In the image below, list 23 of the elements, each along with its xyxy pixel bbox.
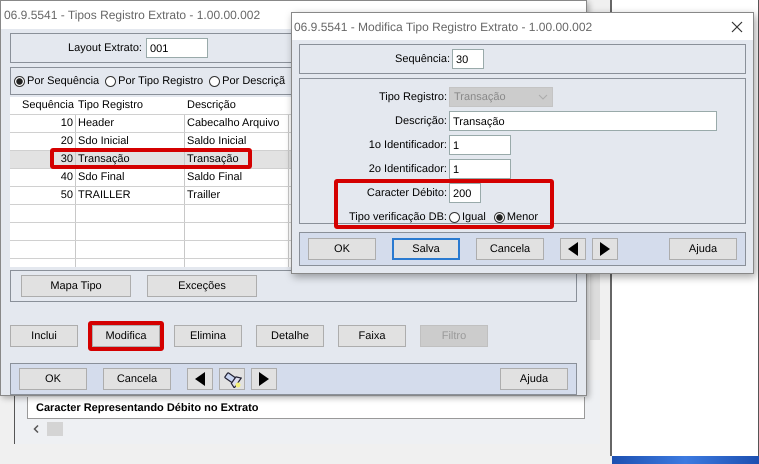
field-label: Tipo Registro:	[378, 91, 447, 103]
field-label: Tipo verificação DB:	[348, 211, 447, 223]
table-cell: 20	[10, 133, 76, 150]
table-cell: TRAILLER	[76, 187, 185, 204]
table-cell: 30	[10, 151, 76, 168]
table-cell: 50	[10, 187, 76, 204]
field-label: Sequência:	[395, 53, 450, 65]
table-cell: 10	[10, 115, 76, 132]
table-cell: Transação	[76, 151, 185, 168]
table-cell: Sdo Final	[76, 169, 185, 186]
table-cell: Header	[76, 115, 185, 132]
table-cell: Saldo Final	[185, 169, 289, 186]
table-cell: Trailler	[185, 187, 289, 204]
field-label: Caracter Débito:	[366, 187, 447, 199]
field-label: 1o Identificador:	[368, 139, 447, 151]
table-cell: Cabecalho Arquivo	[185, 115, 289, 132]
field-label: 2o Identificador:	[368, 163, 447, 175]
table-cell: 40	[10, 169, 76, 186]
table-cell: Transação	[185, 151, 289, 168]
table-cell: Saldo Inicial	[185, 133, 289, 150]
field-label: Layout Extrato:	[68, 42, 142, 54]
table-cell: Sdo Inicial	[76, 133, 185, 150]
field-label: Descrição:	[394, 115, 447, 127]
